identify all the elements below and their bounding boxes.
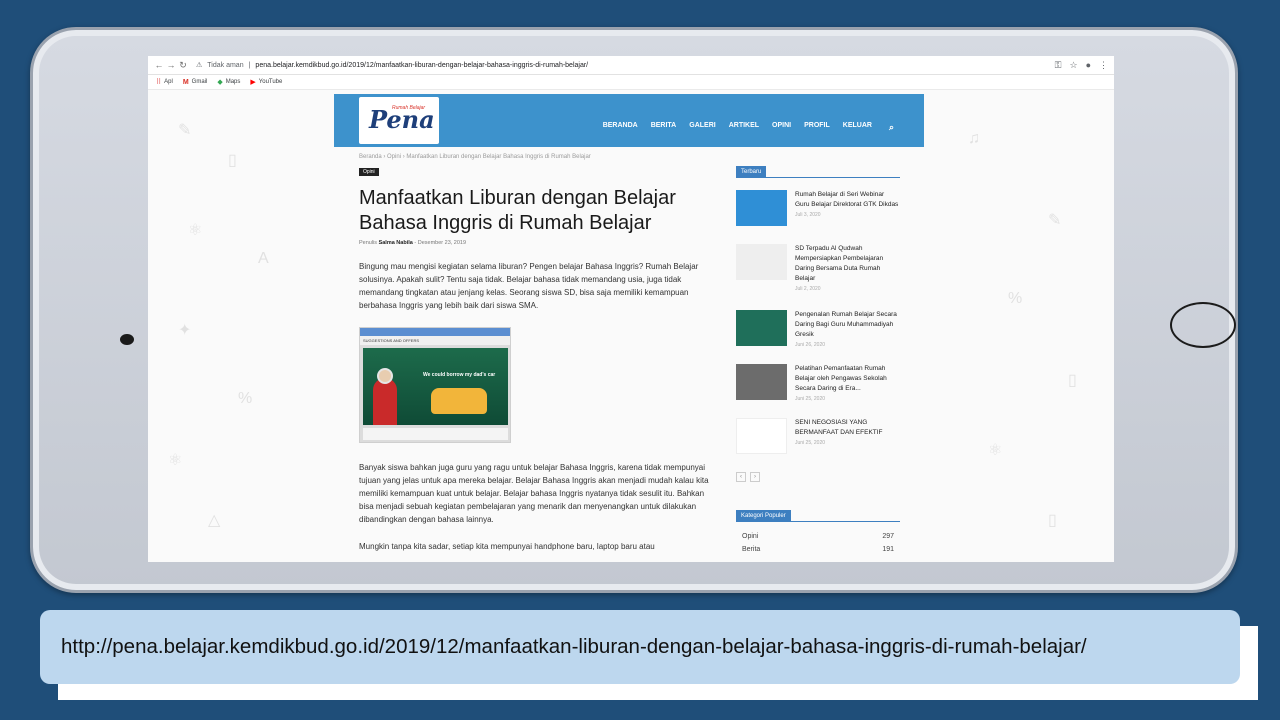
warning-icon: ⚠ xyxy=(196,62,203,69)
video-label: SUGGESTIONS AND OFFERS xyxy=(360,336,510,345)
nav-berita[interactable]: BERITA xyxy=(651,122,677,133)
post-title[interactable]: Pelatihan Pemanfaatan Rumah Belajar oleh… xyxy=(795,364,900,394)
book-doodle-icon: ▯ xyxy=(1048,512,1057,529)
book-doodle-icon: ▯ xyxy=(1068,372,1077,389)
url-caption-box: http://pena.belajar.kemdikbud.go.id/2019… xyxy=(40,610,1240,684)
bookmark-apl[interactable]: ⠿ Apl xyxy=(156,78,173,86)
nav-artikel[interactable]: ARTIKEL xyxy=(729,122,759,133)
post-date: Juni 26, 2020 xyxy=(795,342,826,348)
category-row[interactable]: Opini 297 xyxy=(736,530,900,543)
article: Beranda › Opini › Manfaatkan Liburan den… xyxy=(359,154,711,553)
car-illustration xyxy=(431,388,487,414)
post-date: Juli 2, 2020 xyxy=(795,286,821,292)
not-secure-label: Tidak aman xyxy=(207,61,244,69)
reload-icon[interactable]: ↻ xyxy=(178,60,188,71)
atom-doodle-icon: ⚛ xyxy=(988,442,1003,459)
article-byline: Penulis Salma Nabila - Desember 23, 2019 xyxy=(359,240,467,246)
back-arrow-icon[interactable]: ← xyxy=(154,60,164,70)
bookmark-youtube[interactable]: ▶ YouTube xyxy=(250,78,282,86)
pena-logo[interactable]: Pena Rumah Belajar xyxy=(359,97,439,144)
apps-grid-icon: ⠿ xyxy=(156,79,162,86)
browser-screen: ← → ↻ ⚠ Tidak aman | pena.belajar.kemdik… xyxy=(148,56,1114,562)
atom-doodle-icon: ⚛ xyxy=(188,222,203,239)
video-frame: We could borrow my dad's car xyxy=(363,348,508,425)
url-field[interactable]: ⚠ Tidak aman | pena.belajar.kemdikbud.go… xyxy=(196,58,1055,73)
caption-url: http://pena.belajar.kemdikbud.go.id/2019… xyxy=(61,635,1087,658)
article-paragraph: Banyak siswa bahkan juga guru yang ragu … xyxy=(359,463,709,524)
sidebar: Terbaru Rumah Belajar di Seri Webinar Gu… xyxy=(736,160,900,556)
category-badge[interactable]: Opini xyxy=(359,168,379,176)
site-header: Pena Rumah Belajar BERANDA BERITA GALERI… xyxy=(334,94,924,147)
nav-beranda[interactable]: BERANDA xyxy=(603,122,638,133)
forward-arrow-icon[interactable]: → xyxy=(166,60,176,70)
web-page: ✎ ▯ ⚛ A ✦ % ⚛ △ ♫ ✎ % ▯ ⚛ ▯ Pena Rumah B… xyxy=(148,90,1114,562)
url-text: pena.belajar.kemdikbud.go.id/2019/12/man… xyxy=(255,61,589,69)
nav-opini[interactable]: OPINI xyxy=(772,122,791,133)
percent-doodle-icon: % xyxy=(1008,290,1023,307)
article-paragraph: Bingung mau mengisi kegiatan selama libu… xyxy=(359,262,699,310)
bookmark-maps[interactable]: ◆ Maps xyxy=(217,78,240,86)
sidebar-pager: ‹ › xyxy=(736,472,900,482)
key-icon[interactable]: ⚿ xyxy=(1055,60,1062,71)
book-doodle-icon: ▯ xyxy=(228,152,237,169)
article-paragraph: Mungkin tanpa kita sadar, setiap kita me… xyxy=(359,542,655,551)
pencil-doodle-icon: ✎ xyxy=(178,122,192,139)
latest-post[interactable]: SENI NEGOSIASI YANG BERMANFAAT DAN EFEKT… xyxy=(736,418,900,460)
post-title[interactable]: SENI NEGOSIASI YANG BERMANFAAT DAN EFEKT… xyxy=(795,418,900,438)
bulb-doodle-icon: ✦ xyxy=(178,322,192,339)
video-caption: We could borrow my dad's car xyxy=(423,372,496,378)
main-nav: BERANDA BERITA GALERI ARTIKEL OPINI PROF… xyxy=(603,122,894,133)
youtube-icon: ▶ xyxy=(250,79,256,86)
prev-page-icon[interactable]: ‹ xyxy=(736,472,746,482)
bookmark-gmail[interactable]: M Gmail xyxy=(183,79,208,86)
latest-widget-title: Terbaru xyxy=(736,166,767,178)
menu-dots-icon[interactable]: ⋮ xyxy=(1099,60,1108,71)
post-thumbnail[interactable] xyxy=(736,190,787,226)
breadcrumb[interactable]: Beranda › Opini › Manfaatkan Liburan den… xyxy=(359,154,711,160)
latest-post[interactable]: SD Terpadu Al Qudwah Mempersiapkan Pembe… xyxy=(736,244,900,298)
tablet-home-button[interactable] xyxy=(1170,302,1236,348)
post-date: Juni 25, 2020 xyxy=(795,440,826,446)
logo-subtitle: Rumah Belajar xyxy=(392,105,426,111)
nav-galeri[interactable]: GALERI xyxy=(689,122,715,133)
atom-doodle-icon: ⚛ xyxy=(168,452,183,469)
presenter-head xyxy=(377,368,393,384)
letter-a-doodle-icon: A xyxy=(258,250,269,267)
post-title[interactable]: Rumah Belajar di Seri Webinar Guru Belaj… xyxy=(795,190,900,210)
ruler-doodle-icon: △ xyxy=(208,512,221,529)
post-thumbnail[interactable] xyxy=(736,310,787,346)
percent-doodle-icon: % xyxy=(238,390,253,407)
post-thumbnail[interactable] xyxy=(736,364,787,400)
article-date: Desember 23, 2019 xyxy=(417,240,467,246)
author-name[interactable]: Salma Nabila xyxy=(379,240,413,246)
post-title[interactable]: Pengenalan Rumah Belajar Secara Daring B… xyxy=(795,310,900,340)
category-row[interactable]: Berita 191 xyxy=(736,543,900,556)
latest-post[interactable]: Rumah Belajar di Seri Webinar Guru Belaj… xyxy=(736,190,900,232)
post-thumbnail[interactable] xyxy=(736,244,787,280)
video-controls[interactable] xyxy=(363,428,508,440)
latest-post[interactable]: Pelatihan Pemanfaatan Rumah Belajar oleh… xyxy=(736,364,900,406)
nav-profil[interactable]: PROFIL xyxy=(804,122,830,133)
article-title: Manfaatkan Liburan dengan Belajar Bahasa… xyxy=(359,187,676,234)
latest-post[interactable]: Pengenalan Rumah Belajar Secara Daring B… xyxy=(736,310,900,352)
video-player[interactable]: SUGGESTIONS AND OFFERS We could borrow m… xyxy=(359,327,511,443)
nav-keluar[interactable]: KELUAR xyxy=(843,122,872,133)
gmail-icon: M xyxy=(182,78,189,86)
music-doodle-icon: ♫ xyxy=(968,130,980,147)
post-date: Juli 3, 2020 xyxy=(795,212,821,218)
popular-widget-title: Kategori Populer xyxy=(736,510,791,522)
search-icon[interactable]: ⌕ xyxy=(889,122,894,133)
post-thumbnail[interactable] xyxy=(736,418,787,454)
maps-icon: ◆ xyxy=(217,79,223,86)
star-icon[interactable]: ☆ xyxy=(1069,60,1077,71)
tablet-camera xyxy=(120,334,134,345)
post-title[interactable]: SD Terpadu Al Qudwah Mempersiapkan Pembe… xyxy=(795,244,900,284)
presenter-figure xyxy=(373,378,397,425)
next-page-icon[interactable]: › xyxy=(750,472,760,482)
pencil-doodle-icon: ✎ xyxy=(1048,212,1062,229)
account-icon[interactable]: ● xyxy=(1086,60,1091,71)
bookmarks-bar: ⠿ Apl M Gmail ◆ Maps ▶ YouTube xyxy=(148,75,1114,90)
address-bar: ← → ↻ ⚠ Tidak aman | pena.belajar.kemdik… xyxy=(148,56,1114,75)
post-date: Juni 25, 2020 xyxy=(795,396,826,402)
